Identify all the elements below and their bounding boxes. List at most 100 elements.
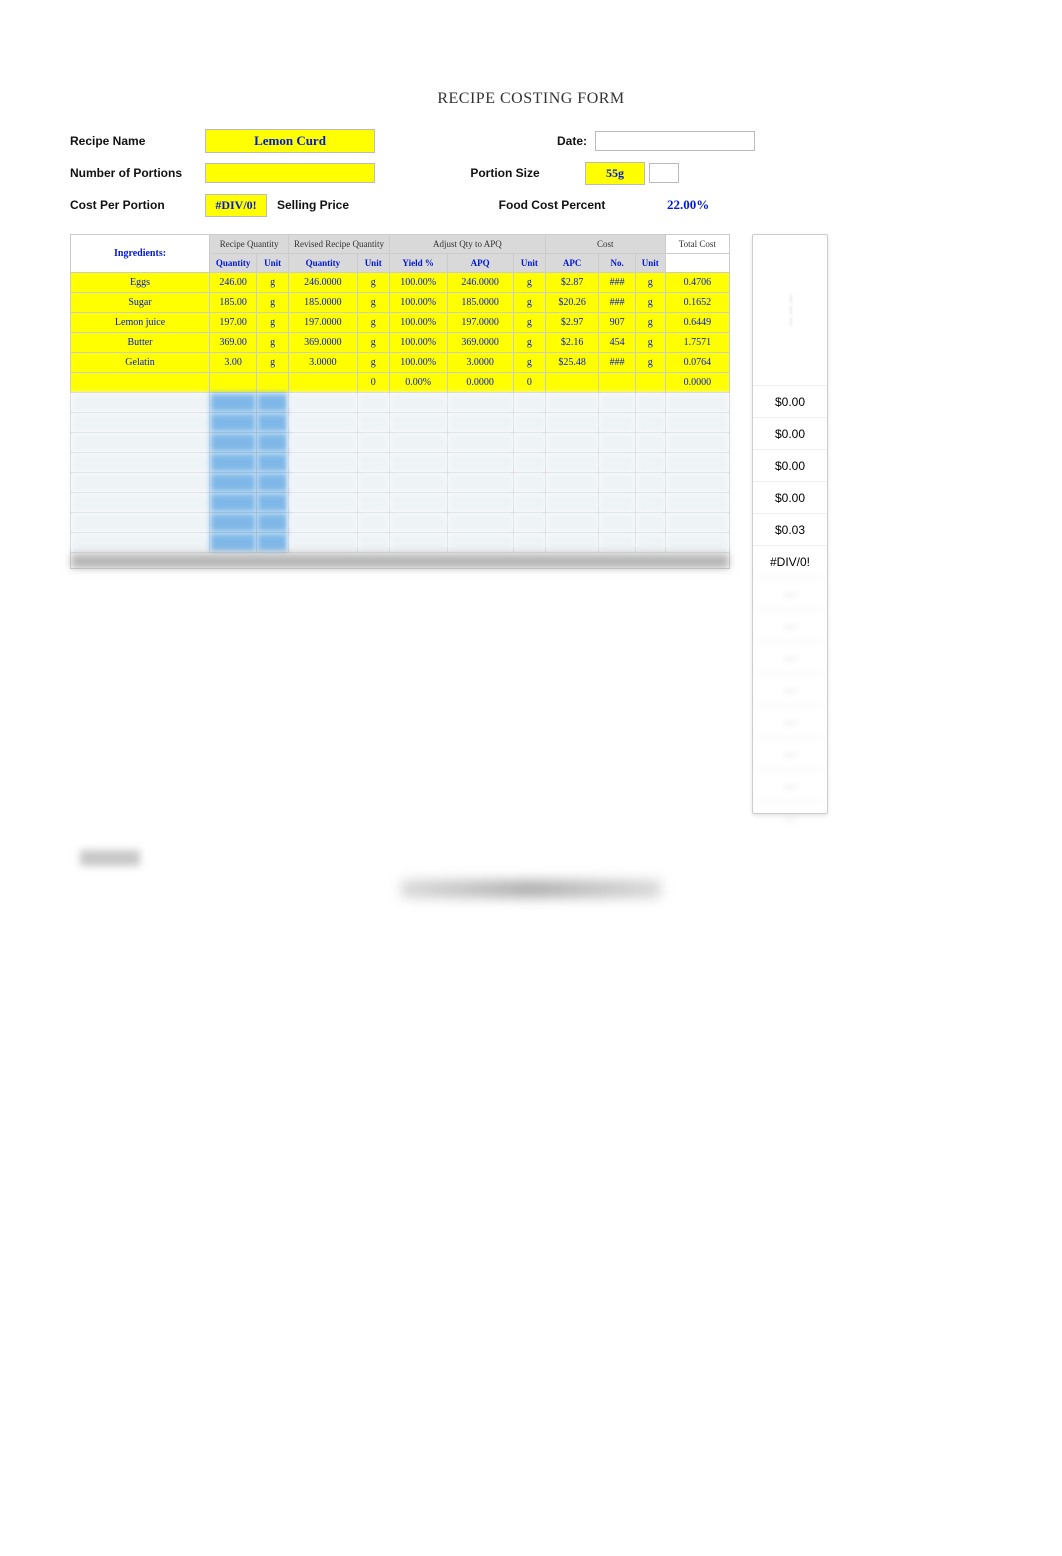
cell-unit[interactable] — [257, 373, 289, 393]
portion-size-extra[interactable] — [649, 163, 679, 183]
cost-per-portion-value: #DIV/0! — [205, 194, 267, 217]
cell-apc[interactable]: $2.87 — [545, 273, 598, 293]
cell-no[interactable] — [599, 373, 635, 393]
recipe-name-label: Recipe Name — [70, 134, 205, 148]
cell-yield[interactable]: 100.00% — [389, 313, 447, 333]
cell-yield[interactable]: 100.00% — [389, 293, 447, 313]
cell-runit[interactable]: g — [357, 313, 389, 333]
cell-apc[interactable]: $20.26 — [545, 293, 598, 313]
num-portions-value[interactable] — [205, 163, 375, 183]
ingredient-name[interactable]: Butter — [71, 333, 210, 353]
cost-per-portion-label: Cost Per Portion — [70, 198, 205, 212]
cell-apqunit[interactable]: g — [513, 333, 545, 353]
side-value: $0.00 — [753, 385, 827, 417]
cell-qty[interactable]: 246.00 — [210, 273, 257, 293]
cell-tcost[interactable]: 0.0000 — [665, 373, 729, 393]
cell-cunit[interactable]: g — [635, 293, 665, 313]
cell-no[interactable]: 907 — [599, 313, 635, 333]
cell-qty[interactable]: 197.00 — [210, 313, 257, 333]
col-unit3: Unit — [513, 254, 545, 273]
group-recipe-qty: Recipe Quantity — [210, 235, 289, 254]
food-cost-percent-value: 22.00% — [667, 197, 709, 213]
cell-rqty[interactable]: 369.0000 — [289, 333, 357, 353]
recipe-name-value[interactable]: Lemon Curd — [205, 129, 375, 153]
cell-unit[interactable]: g — [257, 273, 289, 293]
cell-yield[interactable]: 100.00% — [389, 273, 447, 293]
ingredient-name[interactable] — [71, 373, 210, 393]
cell-runit[interactable]: g — [357, 353, 389, 373]
table-row-blurred — [71, 393, 730, 413]
cell-no[interactable]: ### — [599, 293, 635, 313]
side-value: $0.00 — [753, 449, 827, 481]
cell-apqunit[interactable]: g — [513, 273, 545, 293]
cell-rqty[interactable]: 3.0000 — [289, 353, 357, 373]
cell-rqty[interactable]: 246.0000 — [289, 273, 357, 293]
cell-yield[interactable]: 100.00% — [389, 353, 447, 373]
cell-qty[interactable]: 3.00 — [210, 353, 257, 373]
cell-tcost[interactable]: 0.6449 — [665, 313, 729, 333]
col-apq: APQ — [447, 254, 513, 273]
table-row: Lemon juice197.00g197.0000g100.00%197.00… — [71, 313, 730, 333]
cell-apc[interactable]: $2.97 — [545, 313, 598, 333]
cell-unit[interactable]: g — [257, 353, 289, 373]
cell-apq[interactable]: 197.0000 — [447, 313, 513, 333]
side-value-blurred: — — [753, 769, 827, 801]
cell-no[interactable]: ### — [599, 353, 635, 373]
cell-cunit[interactable] — [635, 373, 665, 393]
table-row: 00.00%0.000000.0000 — [71, 373, 730, 393]
cell-rqty[interactable]: 185.0000 — [289, 293, 357, 313]
ingredient-name[interactable]: Gelatin — [71, 353, 210, 373]
cell-cunit[interactable]: g — [635, 313, 665, 333]
selling-price-label: Selling Price — [267, 198, 367, 212]
cell-yield[interactable]: 100.00% — [389, 333, 447, 353]
cell-apq[interactable]: 0.0000 — [447, 373, 513, 393]
cell-cunit[interactable]: g — [635, 273, 665, 293]
cell-apq[interactable]: 246.0000 — [447, 273, 513, 293]
cell-unit[interactable]: g — [257, 293, 289, 313]
cell-apqunit[interactable]: 0 — [513, 373, 545, 393]
side-value-blurred: — — [753, 705, 827, 737]
portion-size-value[interactable]: 55g — [585, 162, 645, 185]
cell-apq[interactable]: 3.0000 — [447, 353, 513, 373]
ingredient-name[interactable]: Sugar — [71, 293, 210, 313]
cell-unit[interactable]: g — [257, 333, 289, 353]
cell-runit[interactable]: g — [357, 293, 389, 313]
side-value: $0.03 — [753, 513, 827, 545]
date-value[interactable] — [595, 131, 755, 151]
ingredient-name[interactable]: Lemon juice — [71, 313, 210, 333]
cell-no[interactable]: ### — [599, 273, 635, 293]
cell-cunit[interactable]: g — [635, 333, 665, 353]
cell-no[interactable]: 454 — [599, 333, 635, 353]
cell-cunit[interactable]: g — [635, 353, 665, 373]
cell-tcost[interactable]: 0.1652 — [665, 293, 729, 313]
cell-apc[interactable] — [545, 373, 598, 393]
cell-apqunit[interactable]: g — [513, 353, 545, 373]
cell-apq[interactable]: 369.0000 — [447, 333, 513, 353]
col-rqty: Quantity — [289, 254, 357, 273]
ingredient-name[interactable]: Eggs — [71, 273, 210, 293]
cell-tcost[interactable]: 0.4706 — [665, 273, 729, 293]
cell-qty[interactable]: 185.00 — [210, 293, 257, 313]
cell-yield[interactable]: 0.00% — [389, 373, 447, 393]
cell-tcost[interactable]: 1.7571 — [665, 333, 729, 353]
cell-tcost[interactable]: 0.0764 — [665, 353, 729, 373]
col-unit4: Unit — [635, 254, 665, 273]
col-no: No. — [599, 254, 635, 273]
cell-apqunit[interactable]: g — [513, 293, 545, 313]
cell-unit[interactable]: g — [257, 313, 289, 333]
cell-apq[interactable]: 185.0000 — [447, 293, 513, 313]
cell-rqty[interactable] — [289, 373, 357, 393]
side-value-blurred: — — [753, 801, 827, 833]
cell-apqunit[interactable]: g — [513, 313, 545, 333]
cell-runit[interactable]: g — [357, 333, 389, 353]
cell-rqty[interactable]: 197.0000 — [289, 313, 357, 333]
cell-apc[interactable]: $25.48 — [545, 353, 598, 373]
cell-qty[interactable] — [210, 373, 257, 393]
col-unit1: Unit — [257, 254, 289, 273]
group-cost: Cost — [545, 235, 665, 254]
cell-runit[interactable]: 0 — [357, 373, 389, 393]
table-row-blurred — [71, 473, 730, 493]
cell-qty[interactable]: 369.00 — [210, 333, 257, 353]
cell-apc[interactable]: $2.16 — [545, 333, 598, 353]
cell-runit[interactable]: g — [357, 273, 389, 293]
